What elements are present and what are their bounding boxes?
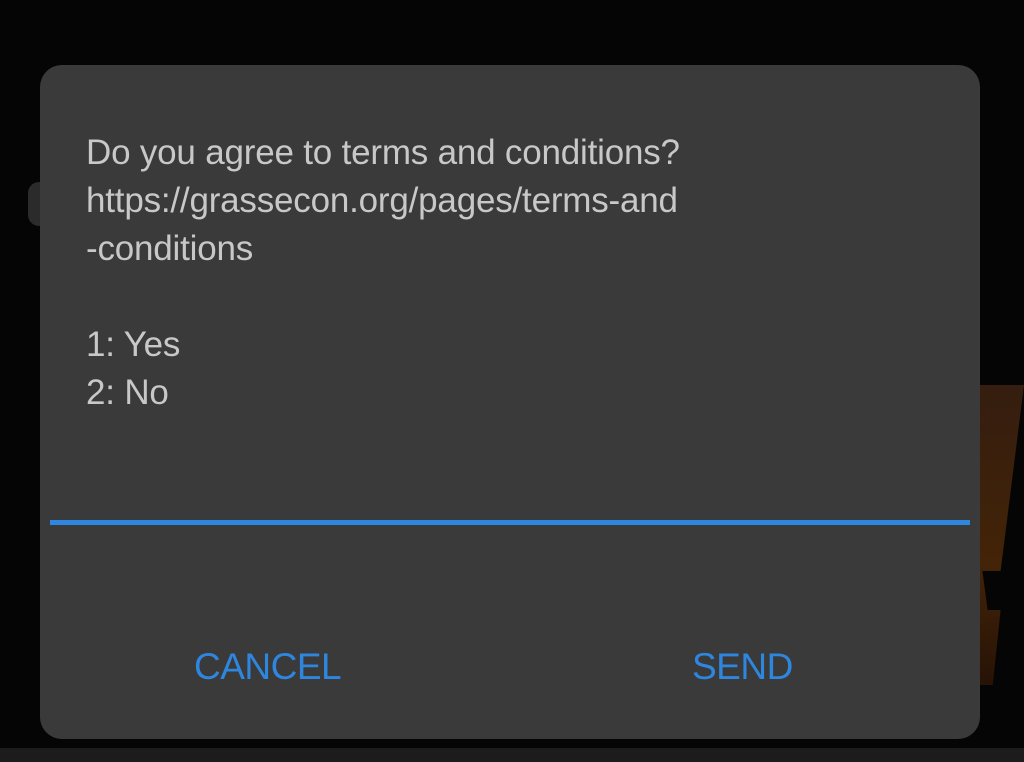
terms-link-text: https://grassecon.org/pages/terms-and — [86, 181, 678, 220]
message-line: Do you agree to terms and conditions? — [86, 133, 680, 172]
send-button[interactable]: SEND — [682, 635, 803, 699]
response-input[interactable] — [50, 445, 970, 525]
option-no: 2: No — [86, 373, 169, 412]
screen-backdrop: Do you agree to terms and conditions? ht… — [0, 0, 1024, 762]
option-yes: 1: Yes — [86, 325, 181, 364]
terms-link-text-continued: -conditions — [86, 229, 254, 268]
navigation-bar — [0, 748, 1024, 762]
dialog-message: Do you agree to terms and conditions? ht… — [86, 129, 946, 417]
cancel-button[interactable]: CANCEL — [184, 635, 351, 699]
ussd-dialog: Do you agree to terms and conditions? ht… — [40, 65, 980, 739]
